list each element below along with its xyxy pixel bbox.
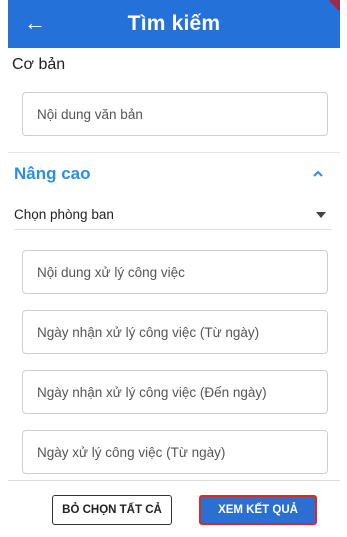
task-content-placeholder: Nội dung xử lý công việc: [37, 264, 185, 280]
section-advanced-label[interactable]: Nâng cao: [14, 164, 91, 184]
section-divider: [8, 152, 340, 153]
received-to-date-placeholder: Ngày nhận xử lý công việc (Đến ngày): [37, 384, 267, 400]
processed-from-date-input[interactable]: Ngày xử lý công việc (Từ ngày): [22, 430, 328, 474]
page-title: Tìm kiếm: [127, 12, 221, 35]
document-content-placeholder: Nội dung văn bản: [37, 106, 143, 122]
action-bar: BỎ CHỌN TẤT CẢ XEM KẾT QUẢ: [8, 480, 340, 537]
received-from-date-placeholder: Ngày nhận xử lý công việc (Từ ngày): [37, 324, 260, 340]
task-content-input[interactable]: Nội dung xử lý công việc: [22, 250, 328, 294]
app-bar: ← Tìm kiếm: [8, 0, 340, 48]
caret-down-icon: [316, 212, 326, 218]
received-to-date-input[interactable]: Ngày nhận xử lý công việc (Đến ngày): [22, 370, 328, 414]
received-from-date-input[interactable]: Ngày nhận xử lý công việc (Từ ngày): [22, 310, 328, 354]
department-select-label: Chọn phòng ban: [14, 207, 114, 222]
view-results-button[interactable]: XEM KẾT QUẢ: [199, 495, 317, 525]
processed-from-date-placeholder: Ngày xử lý công việc (Từ ngày): [37, 444, 226, 460]
department-select[interactable]: Chọn phòng ban: [14, 200, 332, 230]
corner-ribbon: [329, 0, 340, 11]
chevron-up-icon[interactable]: [308, 164, 328, 184]
clear-all-button[interactable]: BỎ CHỌN TẤT CẢ: [52, 495, 172, 525]
document-content-input[interactable]: Nội dung văn bản: [22, 92, 328, 136]
search-screen: ← Tìm kiếm Cơ bản Nội dung văn bản Nâng …: [8, 0, 340, 537]
section-basic-label: Cơ bản: [12, 56, 66, 73]
